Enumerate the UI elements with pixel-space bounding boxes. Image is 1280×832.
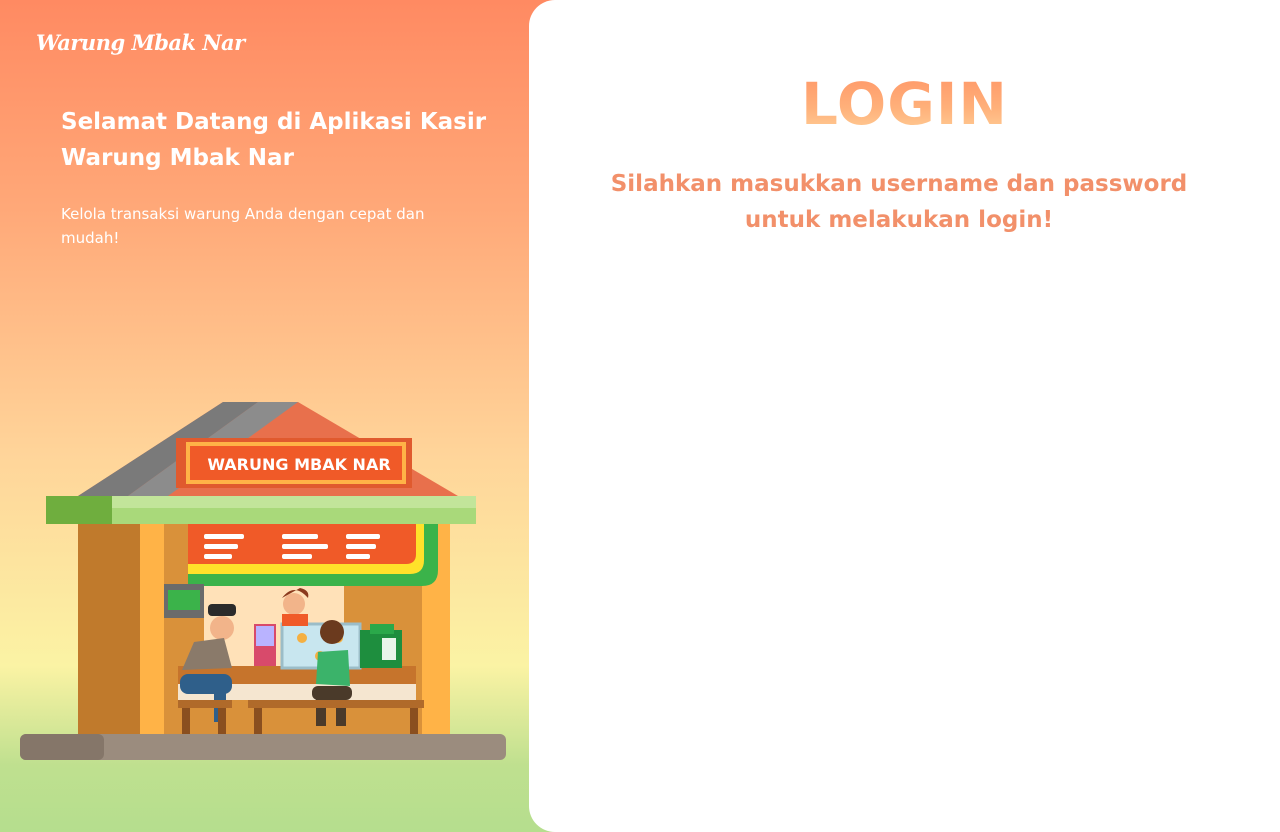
bench-right [248, 700, 424, 708]
customer-left [210, 616, 234, 640]
sign-text: WARUNG MBAK NAR [207, 455, 390, 474]
warung-illustration: WARUNG MBAK NAR [20, 402, 506, 760]
welcome-title: Selamat Datang di Aplikasi Kasir Warung … [61, 109, 487, 171]
login-title: LOGIN [529, 70, 1280, 138]
brand-logo: Warung Mbak Nar [36, 30, 245, 55]
login-panel: LOGIN Silahkan masukkan username dan pas… [529, 0, 1280, 832]
login-description: Silahkan masukkan username dan password … [610, 171, 1188, 233]
shopkeeper [283, 593, 305, 615]
welcome-subtitle: Kelola transaksi warung Anda dengan cepa… [61, 205, 425, 247]
bench-left [178, 700, 232, 708]
left-panel: Warung Mbak Nar Selamat Datang di Aplika… [0, 0, 560, 832]
customer-right [320, 620, 344, 644]
